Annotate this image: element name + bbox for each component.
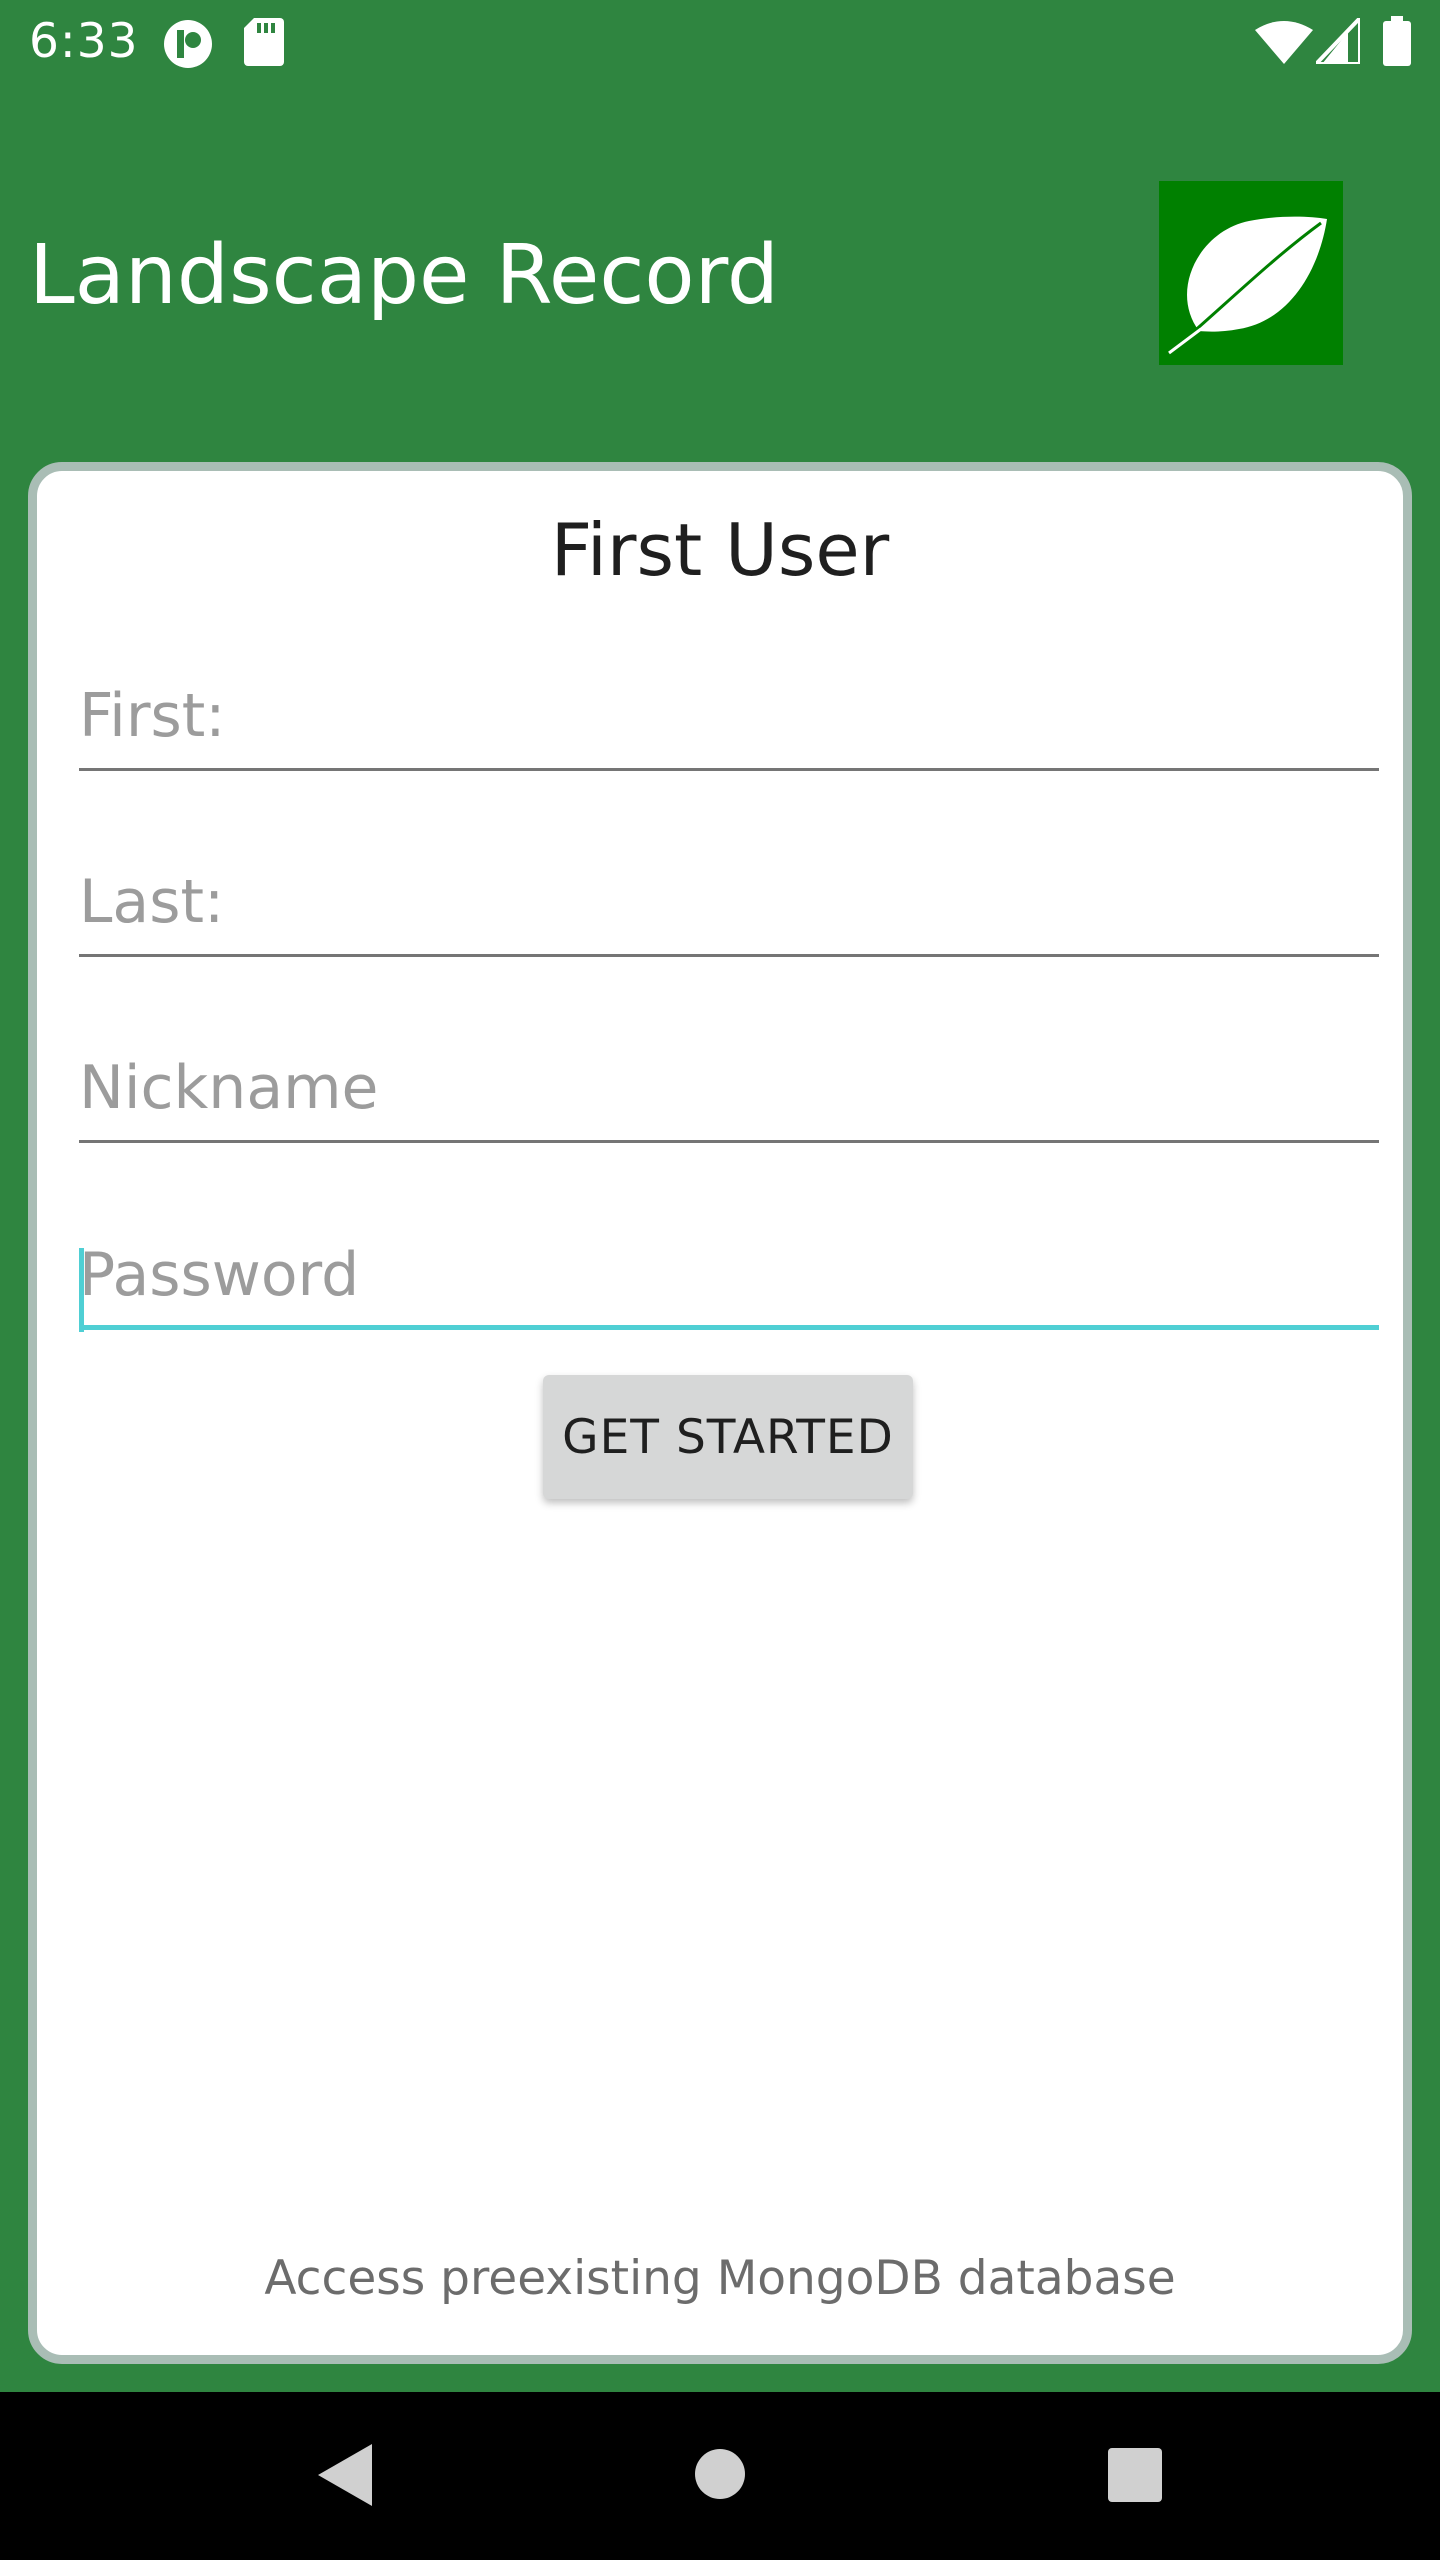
notification-icon [164,20,212,68]
form-title: First User [550,508,890,592]
first-user-card: First User GET STARTED Access preexistin… [28,462,1412,2364]
home-icon[interactable] [694,2448,746,2500]
sd-card-icon [244,18,284,66]
nickname-input[interactable] [79,1033,1379,1143]
nickname-field[interactable] [79,1033,1379,1143]
mongodb-access-link[interactable]: Access preexisting MongoDB database [37,2251,1403,2306]
status-bar: 6:33 [0,0,1440,84]
battery-icon [1383,16,1411,66]
text-caret [79,1248,84,1332]
password-field[interactable] [79,1220,1379,1332]
nickname-underline [79,1140,1379,1143]
signal-icon [1316,18,1360,64]
last-name-field[interactable] [79,847,1379,957]
last-name-input[interactable] [79,847,1379,957]
recents-icon[interactable] [1108,2448,1162,2502]
system-nav-bar [0,2392,1440,2560]
password-underline [79,1325,1379,1330]
app-title: Landscape Record [29,228,779,323]
back-icon[interactable] [318,2444,372,2506]
password-input[interactable] [79,1220,1379,1330]
first-name-underline [79,768,1379,771]
last-name-underline [79,954,1379,957]
get-started-button[interactable]: GET STARTED [543,1375,913,1499]
first-name-input[interactable] [79,661,1379,771]
wifi-icon [1255,21,1313,64]
leaf-icon [1168,216,1327,355]
app-logo [1159,181,1343,365]
status-time: 6:33 [29,14,139,69]
first-name-field[interactable] [79,661,1379,771]
